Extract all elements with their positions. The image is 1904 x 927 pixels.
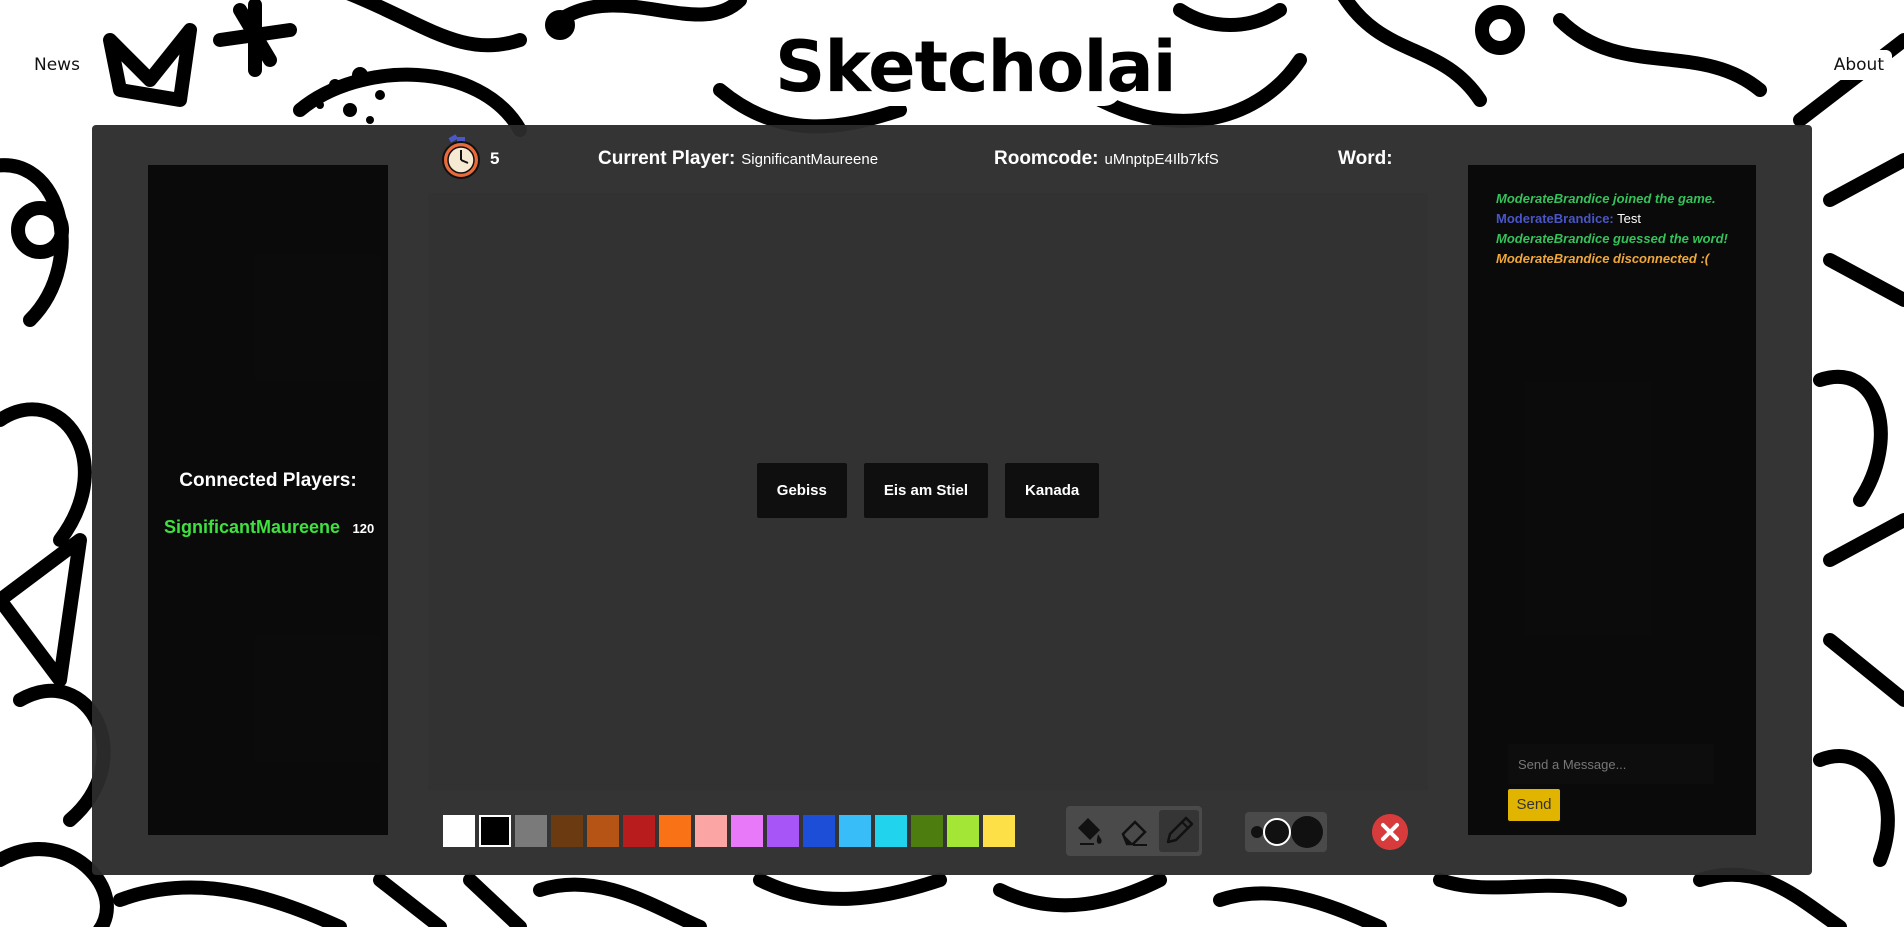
- color-swatch[interactable]: [983, 815, 1015, 847]
- color-swatch[interactable]: [515, 815, 547, 847]
- chat-text: Test: [1617, 211, 1641, 226]
- color-swatch[interactable]: [839, 815, 871, 847]
- fill-tool-button[interactable]: [1069, 810, 1109, 852]
- timer-value: 5: [490, 149, 500, 168]
- clear-canvas-button[interactable]: [1372, 814, 1408, 850]
- pencil-tool-button[interactable]: [1159, 810, 1200, 852]
- players-panel: Connected Players: SignificantMaureene 1…: [148, 165, 388, 835]
- chat-message: ModerateBrandice joined the game.: [1496, 191, 1716, 206]
- pencil-icon: [1167, 816, 1194, 844]
- current-player-value: SignificantMaureene: [741, 151, 879, 168]
- color-swatch[interactable]: [659, 815, 691, 847]
- current-player-label: Current Player:: [598, 148, 736, 169]
- word-info: Word:: [1338, 148, 1399, 170]
- player-list-item: SignificantMaureene 120: [164, 517, 374, 538]
- eraser-tool-button[interactable]: [1114, 810, 1154, 852]
- players-title: Connected Players:: [179, 470, 357, 491]
- chat-message: ModerateBrandice: Test: [1496, 209, 1736, 229]
- word-choices: Gebiss Eis am Stiel Kanada: [428, 463, 1428, 518]
- brush-size-large[interactable]: [1291, 816, 1323, 848]
- roomcode-value: uMnptpE4Ilb7kfS: [1104, 151, 1219, 168]
- fill-bucket-icon: [1077, 818, 1102, 845]
- roomcode-info: Roomcode: uMnptpE4Ilb7kfS: [994, 148, 1219, 170]
- word-choice-button[interactable]: Gebiss: [756, 463, 847, 518]
- chat-sender: ModerateBrandice:: [1496, 211, 1614, 226]
- color-palette: [443, 815, 1015, 847]
- color-swatch[interactable]: [911, 815, 943, 847]
- brush-size-group: [1245, 812, 1327, 852]
- player-name: SignificantMaureene: [164, 517, 341, 537]
- color-swatch[interactable]: [731, 815, 763, 847]
- color-swatch[interactable]: [875, 815, 907, 847]
- color-swatch[interactable]: [551, 815, 583, 847]
- player-score: 120: [352, 521, 375, 536]
- eraser-icon: [1121, 820, 1147, 846]
- news-link[interactable]: News: [26, 50, 88, 80]
- color-swatch[interactable]: [695, 815, 727, 847]
- drawing-canvas[interactable]: Gebiss Eis am Stiel Kanada: [428, 193, 1428, 790]
- color-swatch[interactable]: [587, 815, 619, 847]
- tool-group: [1066, 806, 1202, 856]
- color-swatch[interactable]: [623, 815, 655, 847]
- word-choice-button[interactable]: Eis am Stiel: [863, 463, 989, 518]
- brush-size-small[interactable]: [1251, 826, 1263, 838]
- color-swatch[interactable]: [443, 815, 475, 847]
- chat-input[interactable]: [1508, 744, 1714, 784]
- chat-message: ModerateBrandice guessed the word!: [1496, 231, 1728, 246]
- word-choice-button[interactable]: Kanada: [1005, 463, 1100, 518]
- about-link[interactable]: About: [1825, 50, 1892, 80]
- chat-message: ModerateBrandice disconnected :(: [1496, 251, 1710, 266]
- chat-messages: ModerateBrandice joined the game. Modera…: [1496, 189, 1736, 269]
- color-swatch[interactable]: [947, 815, 979, 847]
- color-swatch[interactable]: [767, 815, 799, 847]
- color-swatch[interactable]: [803, 815, 835, 847]
- stopwatch-icon: [442, 134, 480, 179]
- site-logo: Sketcholai: [775, 26, 1177, 108]
- chat-panel: ModerateBrandice joined the game. Modera…: [1468, 165, 1756, 835]
- roomcode-label: Roomcode:: [994, 148, 1099, 169]
- color-swatch[interactable]: [479, 815, 511, 847]
- word-label: Word:: [1338, 148, 1393, 169]
- current-player-info: Current Player: SignificantMaureene: [598, 148, 878, 170]
- brush-size-medium[interactable]: [1263, 818, 1291, 846]
- send-button[interactable]: Send: [1508, 789, 1560, 821]
